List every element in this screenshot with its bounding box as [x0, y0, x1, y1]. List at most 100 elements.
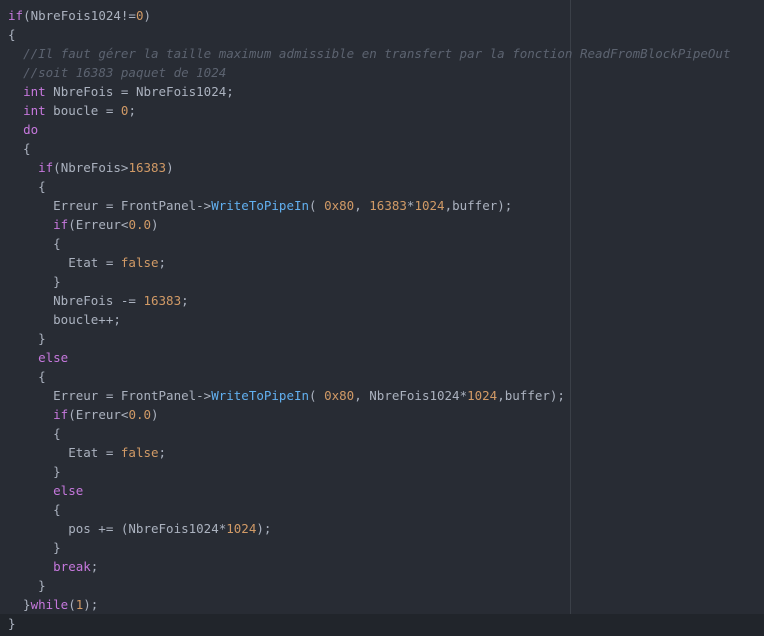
- code-token: , NbreFois1024*: [354, 388, 468, 403]
- code-token: (: [68, 597, 76, 612]
- comment-token: //Il faut gérer la taille maximum admiss…: [23, 46, 731, 61]
- code-token: (Erreur<: [68, 407, 129, 422]
- code-token: }: [8, 464, 61, 479]
- code-token: (: [309, 198, 325, 213]
- code-line[interactable]: if(Erreur<0.0): [8, 215, 764, 234]
- code-line[interactable]: {: [8, 367, 764, 386]
- literal-token: 0.0: [128, 407, 152, 422]
- literal-token: false: [120, 255, 159, 270]
- literal-token: false: [120, 445, 159, 460]
- code-line[interactable]: Etat = false;: [8, 443, 764, 462]
- code-line[interactable]: else: [8, 348, 764, 367]
- code-line[interactable]: {: [8, 177, 764, 196]
- code-token: NbreFois = NbreFois1024;: [45, 84, 234, 99]
- code-line[interactable]: }: [8, 462, 764, 481]
- code-line[interactable]: if(NbreFois1024!=0): [8, 6, 764, 25]
- literal-token: 1024: [467, 388, 498, 403]
- code-token: (Erreur<: [68, 217, 129, 232]
- code-token: }: [8, 331, 46, 346]
- code-line[interactable]: }: [8, 538, 764, 557]
- function-token: WriteToPipeIn: [211, 198, 310, 213]
- code-token: }: [8, 540, 61, 555]
- keyword-token: if: [38, 160, 54, 175]
- code-line[interactable]: if(Erreur<0.0): [8, 405, 764, 424]
- keyword-token: int: [23, 103, 46, 118]
- code-token: boucle =: [45, 103, 121, 118]
- literal-token: 0x80: [324, 198, 355, 213]
- code-token: {: [8, 502, 61, 517]
- code-token: ): [143, 8, 152, 23]
- code-line[interactable]: break;: [8, 557, 764, 576]
- code-line[interactable]: //Il faut gérer la taille maximum admiss…: [8, 44, 764, 63]
- code-token: ): [151, 407, 159, 422]
- code-token: }: [8, 578, 46, 593]
- code-editor[interactable]: if(NbreFois1024!=0) { //Il faut gérer la …: [0, 0, 764, 636]
- code-token: {: [8, 179, 46, 194]
- code-token: }: [8, 616, 16, 631]
- code-token: NbreFois -=: [8, 293, 144, 308]
- code-line[interactable]: do: [8, 120, 764, 139]
- code-token: {: [8, 27, 16, 42]
- keyword-token: else: [53, 483, 84, 498]
- code-line[interactable]: {: [8, 25, 764, 44]
- code-token: ;: [158, 255, 167, 270]
- code-line[interactable]: if(NbreFois>16383): [8, 158, 764, 177]
- code-line[interactable]: {: [8, 500, 764, 519]
- code-line[interactable]: }while(1);: [8, 595, 764, 614]
- code-token: ;: [90, 559, 99, 574]
- code-token: ,: [354, 198, 370, 213]
- code-token: }: [8, 597, 31, 612]
- code-token: }: [8, 274, 61, 289]
- code-token: ;: [128, 103, 136, 118]
- code-line[interactable]: NbreFois -= 16383;: [8, 291, 764, 310]
- code-view[interactable]: if(NbreFois1024!=0) { //Il faut gérer la …: [0, 6, 764, 633]
- literal-token: 16383: [143, 293, 182, 308]
- code-token: Etat =: [8, 255, 121, 270]
- code-line[interactable]: {: [8, 424, 764, 443]
- code-line[interactable]: else: [8, 481, 764, 500]
- code-line[interactable]: Erreur = FrontPanel->WriteToPipeIn( 0x80…: [8, 386, 764, 405]
- code-line[interactable]: {: [8, 234, 764, 253]
- code-token: {: [8, 426, 61, 441]
- code-token: ): [166, 160, 174, 175]
- literal-token: 1024: [414, 198, 445, 213]
- code-token: ,buffer);: [444, 198, 513, 213]
- code-token: ;: [181, 293, 189, 308]
- code-token: {: [8, 236, 61, 251]
- code-line[interactable]: }: [8, 329, 764, 348]
- code-token: ): [151, 217, 159, 232]
- code-line[interactable]: {: [8, 139, 764, 158]
- keyword-token: if: [8, 8, 24, 23]
- keyword-token: if: [53, 217, 69, 232]
- code-token: boucle++;: [8, 312, 121, 327]
- code-line[interactable]: Erreur = FrontPanel->WriteToPipeIn( 0x80…: [8, 196, 764, 215]
- code-line[interactable]: //soit 16383 paquet de 1024: [8, 63, 764, 82]
- code-line[interactable]: Etat = false;: [8, 253, 764, 272]
- code-line[interactable]: int NbreFois = NbreFois1024;: [8, 82, 764, 101]
- comment-token: //soit 16383 paquet de 1024: [23, 65, 227, 80]
- literal-token: 0x80: [324, 388, 355, 403]
- code-token: Etat =: [8, 445, 121, 460]
- code-line[interactable]: }: [8, 272, 764, 291]
- code-token: (: [309, 388, 325, 403]
- code-line[interactable]: }: [0, 614, 764, 633]
- code-line[interactable]: pos += (NbreFois1024*1024);: [8, 519, 764, 538]
- literal-token: 1024: [226, 521, 257, 536]
- code-token: {: [8, 369, 46, 384]
- keyword-token: int: [23, 84, 46, 99]
- code-line[interactable]: }: [8, 576, 764, 595]
- code-token: (NbreFois1024!=: [23, 8, 136, 23]
- code-token: pos += (NbreFois1024*: [8, 521, 227, 536]
- code-line[interactable]: boucle++;: [8, 310, 764, 329]
- code-line[interactable]: int boucle = 0;: [8, 101, 764, 120]
- keyword-token: if: [53, 407, 69, 422]
